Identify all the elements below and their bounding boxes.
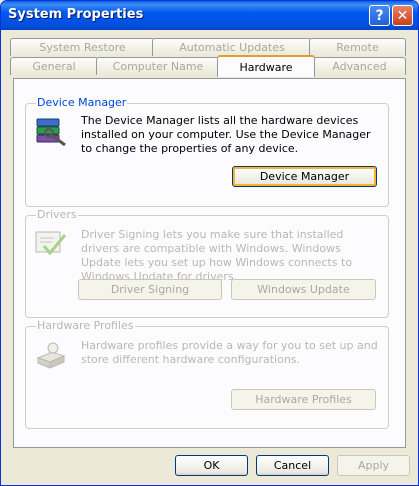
- ok-button[interactable]: OK: [175, 455, 248, 476]
- cancel-button[interactable]: Cancel: [256, 455, 329, 476]
- windows-update-button[interactable]: Windows Update: [231, 279, 376, 300]
- device-manager-group-title: Device Manager: [36, 96, 128, 109]
- drivers-group: Drivers Driver Signing lets you make sur…: [25, 208, 389, 318]
- tab-remote[interactable]: Remote: [309, 38, 406, 56]
- hardware-profiles-group: Hardware Profiles Hardware profiles prov…: [25, 319, 389, 429]
- button-label: Apply: [357, 459, 390, 472]
- tab-label: Hardware: [239, 60, 293, 74]
- device-manager-description: The Device Manager lists all the hardwar…: [81, 114, 371, 155]
- tab-label: Advanced: [332, 60, 387, 73]
- tab-hardware[interactable]: Hardware: [217, 55, 315, 77]
- close-icon: ✕: [396, 7, 409, 24]
- hardware-tab-panel: Device Manager The Device Manager lists …: [13, 78, 406, 448]
- drivers-group-title: Drivers: [36, 208, 78, 221]
- hardware-profiles-description: Hardware profiles provide a way for you …: [81, 339, 378, 366]
- drivers-description: Driver Signing lets you make sure that i…: [81, 228, 353, 283]
- device-manager-icon: [36, 118, 66, 147]
- button-label: Driver Signing: [110, 283, 190, 296]
- tab-advanced[interactable]: Advanced: [313, 57, 406, 75]
- driver-signing-icon: [35, 231, 67, 256]
- help-button[interactable]: ?: [369, 5, 390, 26]
- tab-label: Computer Name: [112, 60, 204, 73]
- tab-label: System Restore: [39, 41, 126, 54]
- window-title: System Properties: [8, 7, 144, 22]
- device-manager-group: Device Manager The Device Manager lists …: [25, 96, 389, 207]
- hardware-profiles-group-title: Hardware Profiles: [36, 319, 135, 332]
- button-label: Windows Update: [257, 283, 350, 296]
- title-bar[interactable]: System Properties ? ✕: [1, 1, 418, 30]
- hardware-profiles-button[interactable]: Hardware Profiles: [231, 389, 376, 410]
- tab-automatic-updates[interactable]: Automatic Updates: [152, 38, 312, 56]
- close-button[interactable]: ✕: [392, 5, 413, 26]
- tab-label: Remote: [336, 41, 379, 54]
- button-label: Device Manager: [259, 170, 350, 183]
- tab-general[interactable]: General: [10, 57, 98, 75]
- button-label: OK: [203, 459, 220, 472]
- dialog-client-area: System Restore Automatic Updates Remote …: [5, 30, 414, 483]
- system-properties-window: System Properties ? ✕ System Restore Aut…: [0, 0, 419, 486]
- button-label: Hardware Profiles: [255, 393, 352, 406]
- tab-computer-name[interactable]: Computer Name: [96, 57, 220, 75]
- apply-button[interactable]: Apply: [337, 455, 410, 476]
- hardware-profiles-icon: [36, 342, 66, 369]
- button-label: Cancel: [273, 459, 312, 472]
- device-manager-button[interactable]: Device Manager: [232, 166, 377, 187]
- tab-label: General: [32, 60, 76, 73]
- help-icon: ?: [375, 7, 384, 24]
- tab-system-restore[interactable]: System Restore: [10, 38, 155, 56]
- driver-signing-button[interactable]: Driver Signing: [78, 279, 222, 300]
- tab-label: Automatic Updates: [179, 41, 285, 54]
